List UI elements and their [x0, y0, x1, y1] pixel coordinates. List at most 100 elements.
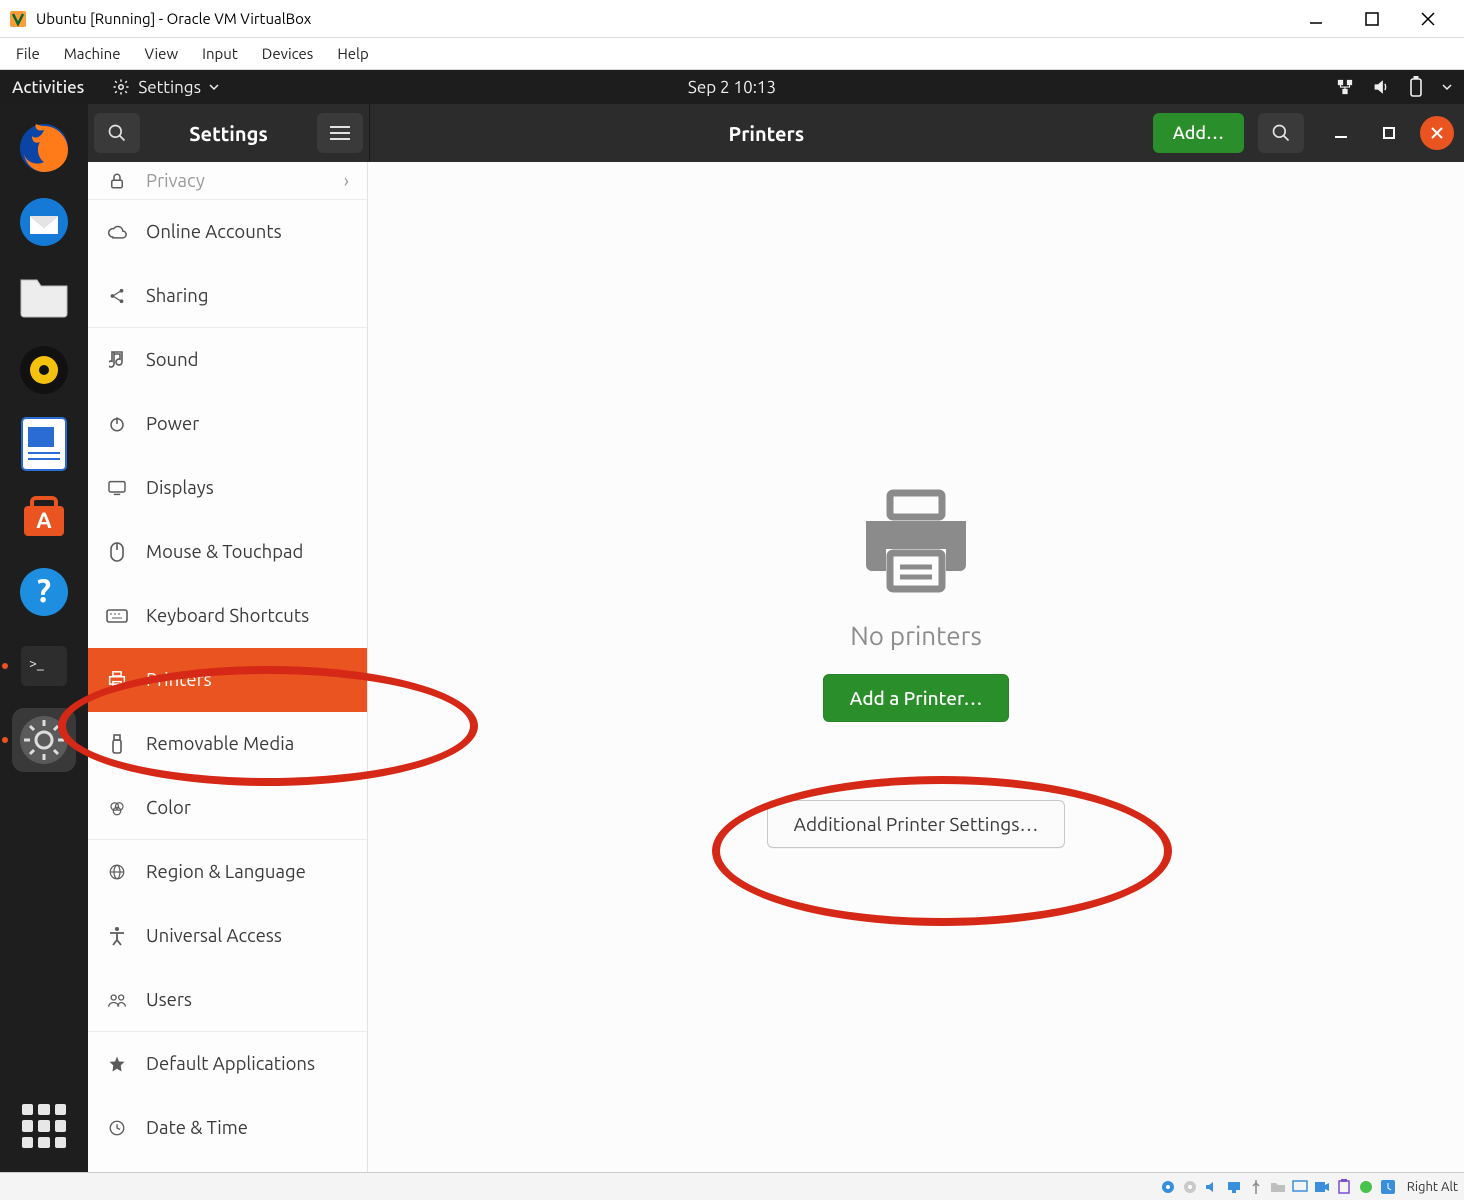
- dock-app-libreoffice-writer[interactable]: [12, 412, 76, 476]
- sidebar-search-button[interactable]: [94, 113, 140, 153]
- sidebar-item-label: Removable Media: [146, 734, 294, 754]
- app-menu-label: Settings: [138, 78, 201, 97]
- sidebar-item-label: Date & Time: [146, 1118, 248, 1138]
- sidebar-item-users[interactable]: Users: [88, 968, 367, 1032]
- sidebar-item-label: Default Applications: [146, 1054, 315, 1074]
- note-icon: [106, 350, 128, 370]
- menu-devices[interactable]: Devices: [252, 41, 324, 66]
- dock-app-settings[interactable]: [12, 708, 76, 772]
- access-icon: [106, 926, 128, 946]
- host-menubar: File Machine View Input Devices Help: [0, 38, 1464, 70]
- menu-machine[interactable]: Machine: [54, 41, 131, 66]
- globe-icon: [106, 863, 128, 881]
- status-optical-icon[interactable]: [1181, 1178, 1199, 1196]
- svg-text:>_: >_: [29, 655, 44, 671]
- sidebar-item-label: Users: [146, 990, 192, 1010]
- clock[interactable]: Sep 2 10:13: [688, 78, 776, 97]
- menu-file[interactable]: File: [6, 41, 50, 66]
- dock-app-thunderbird[interactable]: [12, 190, 76, 254]
- sidebar-item-removable-media[interactable]: Removable Media: [88, 712, 367, 776]
- status-hostkey-icon[interactable]: [1379, 1178, 1397, 1196]
- usb-icon: [106, 734, 128, 754]
- sidebar-item-privacy[interactable]: Privacy›: [88, 162, 367, 200]
- sidebar-item-universal-access[interactable]: Universal Access: [88, 904, 367, 968]
- gnome-top-panel: Activities Settings Sep 2 10:13: [0, 70, 1464, 104]
- ubuntu-dock: A ? >_: [0, 104, 88, 1172]
- sidebar-item-displays[interactable]: Displays: [88, 456, 367, 520]
- sidebar-item-label: Sharing: [146, 286, 208, 306]
- app-menu[interactable]: Settings: [112, 78, 219, 97]
- status-drag-drop-icon[interactable]: [1357, 1178, 1375, 1196]
- dock-app-rhythmbox[interactable]: [12, 338, 76, 402]
- battery-icon: [1408, 76, 1424, 98]
- host-title: Ubuntu [Running] - Oracle VM VirtualBox: [36, 10, 311, 27]
- color-icon: [106, 799, 128, 817]
- host-key-label: Right Alt: [1407, 1180, 1458, 1194]
- status-audio-icon[interactable]: [1203, 1178, 1221, 1196]
- window-maximize-button[interactable]: [1372, 116, 1406, 150]
- sidebar-item-online-accounts[interactable]: Online Accounts: [88, 200, 367, 264]
- status-display-icon[interactable]: [1291, 1178, 1309, 1196]
- menu-input[interactable]: Input: [192, 41, 248, 66]
- sidebar-item-sound[interactable]: Sound: [88, 328, 367, 392]
- clock-icon: [106, 1119, 128, 1137]
- settings-sidebar[interactable]: Privacy› Online Accounts Sharing Sound Power…: [88, 162, 368, 1172]
- sidebar-item-label: Online Accounts: [146, 222, 282, 242]
- menu-view[interactable]: View: [135, 41, 189, 66]
- share-icon: [106, 287, 128, 305]
- status-shared-folders-icon[interactable]: [1269, 1178, 1287, 1196]
- status-harddisk-icon[interactable]: [1159, 1178, 1177, 1196]
- additional-printer-settings-button[interactable]: Additional Printer Settings…: [767, 800, 1066, 848]
- menu-help[interactable]: Help: [327, 41, 378, 66]
- virtualbox-icon: [8, 9, 28, 29]
- printer-placeholder-icon: [856, 487, 976, 597]
- dock-app-files[interactable]: [12, 264, 76, 328]
- chevron-right-icon: ›: [344, 171, 349, 191]
- chevron-down-icon: [209, 82, 219, 92]
- host-statusbar: Right Alt: [0, 1172, 1464, 1200]
- search-icon: [107, 123, 127, 143]
- host-minimize-button[interactable]: [1288, 0, 1344, 38]
- window-close-button[interactable]: [1420, 116, 1454, 150]
- sidebar-item-keyboard-shortcuts[interactable]: Keyboard Shortcuts: [88, 584, 367, 648]
- users-icon: [106, 992, 128, 1008]
- settings-window: Settings Printers Add… Privacy›Online Ac…: [88, 104, 1464, 1172]
- sidebar-item-mouse-touchpad[interactable]: Mouse & Touchpad: [88, 520, 367, 584]
- dock-app-terminal[interactable]: >_: [12, 634, 76, 698]
- panel-search-button[interactable]: [1258, 113, 1304, 153]
- volume-icon: [1372, 78, 1390, 96]
- system-status-area[interactable]: [1336, 76, 1452, 98]
- svg-text:?: ?: [37, 573, 51, 609]
- sidebar-item-default-applications[interactable]: Default Applications: [88, 1032, 367, 1096]
- status-usb-icon[interactable]: [1247, 1178, 1265, 1196]
- hamburger-menu-button[interactable]: [317, 113, 363, 153]
- sidebar-item-region-language[interactable]: Region & Language: [88, 840, 367, 904]
- activities-button[interactable]: Activities: [12, 78, 84, 97]
- sidebar-item-sharing[interactable]: Sharing: [88, 264, 367, 328]
- show-applications-button[interactable]: [22, 1104, 66, 1148]
- host-close-button[interactable]: [1400, 0, 1456, 38]
- sidebar-item-power[interactable]: Power: [88, 392, 367, 456]
- keyboard-icon: [106, 609, 128, 623]
- sidebar-item-label: Power: [146, 414, 199, 434]
- host-titlebar: Ubuntu [Running] - Oracle VM VirtualBox: [0, 0, 1464, 38]
- mouse-icon: [106, 542, 128, 562]
- sidebar-item-label: Displays: [146, 478, 214, 498]
- sidebar-item-color[interactable]: Color: [88, 776, 367, 840]
- dock-app-help[interactable]: ?: [12, 560, 76, 624]
- status-recording-icon[interactable]: [1313, 1178, 1331, 1196]
- sidebar-item-label: Sound: [146, 350, 198, 370]
- host-maximize-button[interactable]: [1344, 0, 1400, 38]
- dock-app-firefox[interactable]: [12, 116, 76, 180]
- hamburger-icon: [330, 125, 350, 141]
- sidebar-item-printers[interactable]: Printers: [88, 648, 367, 712]
- status-clipboard-icon[interactable]: [1335, 1178, 1353, 1196]
- add-printer-header-button[interactable]: Add…: [1153, 113, 1244, 153]
- window-minimize-button[interactable]: [1324, 116, 1358, 150]
- sidebar-item-label: Keyboard Shortcuts: [146, 606, 309, 626]
- status-network-icon[interactable]: [1225, 1178, 1243, 1196]
- lock-icon: [106, 172, 128, 190]
- sidebar-item-date-time[interactable]: Date & Time: [88, 1096, 367, 1160]
- add-a-printer-button[interactable]: Add a Printer…: [823, 674, 1010, 722]
- dock-app-software[interactable]: A: [12, 486, 76, 550]
